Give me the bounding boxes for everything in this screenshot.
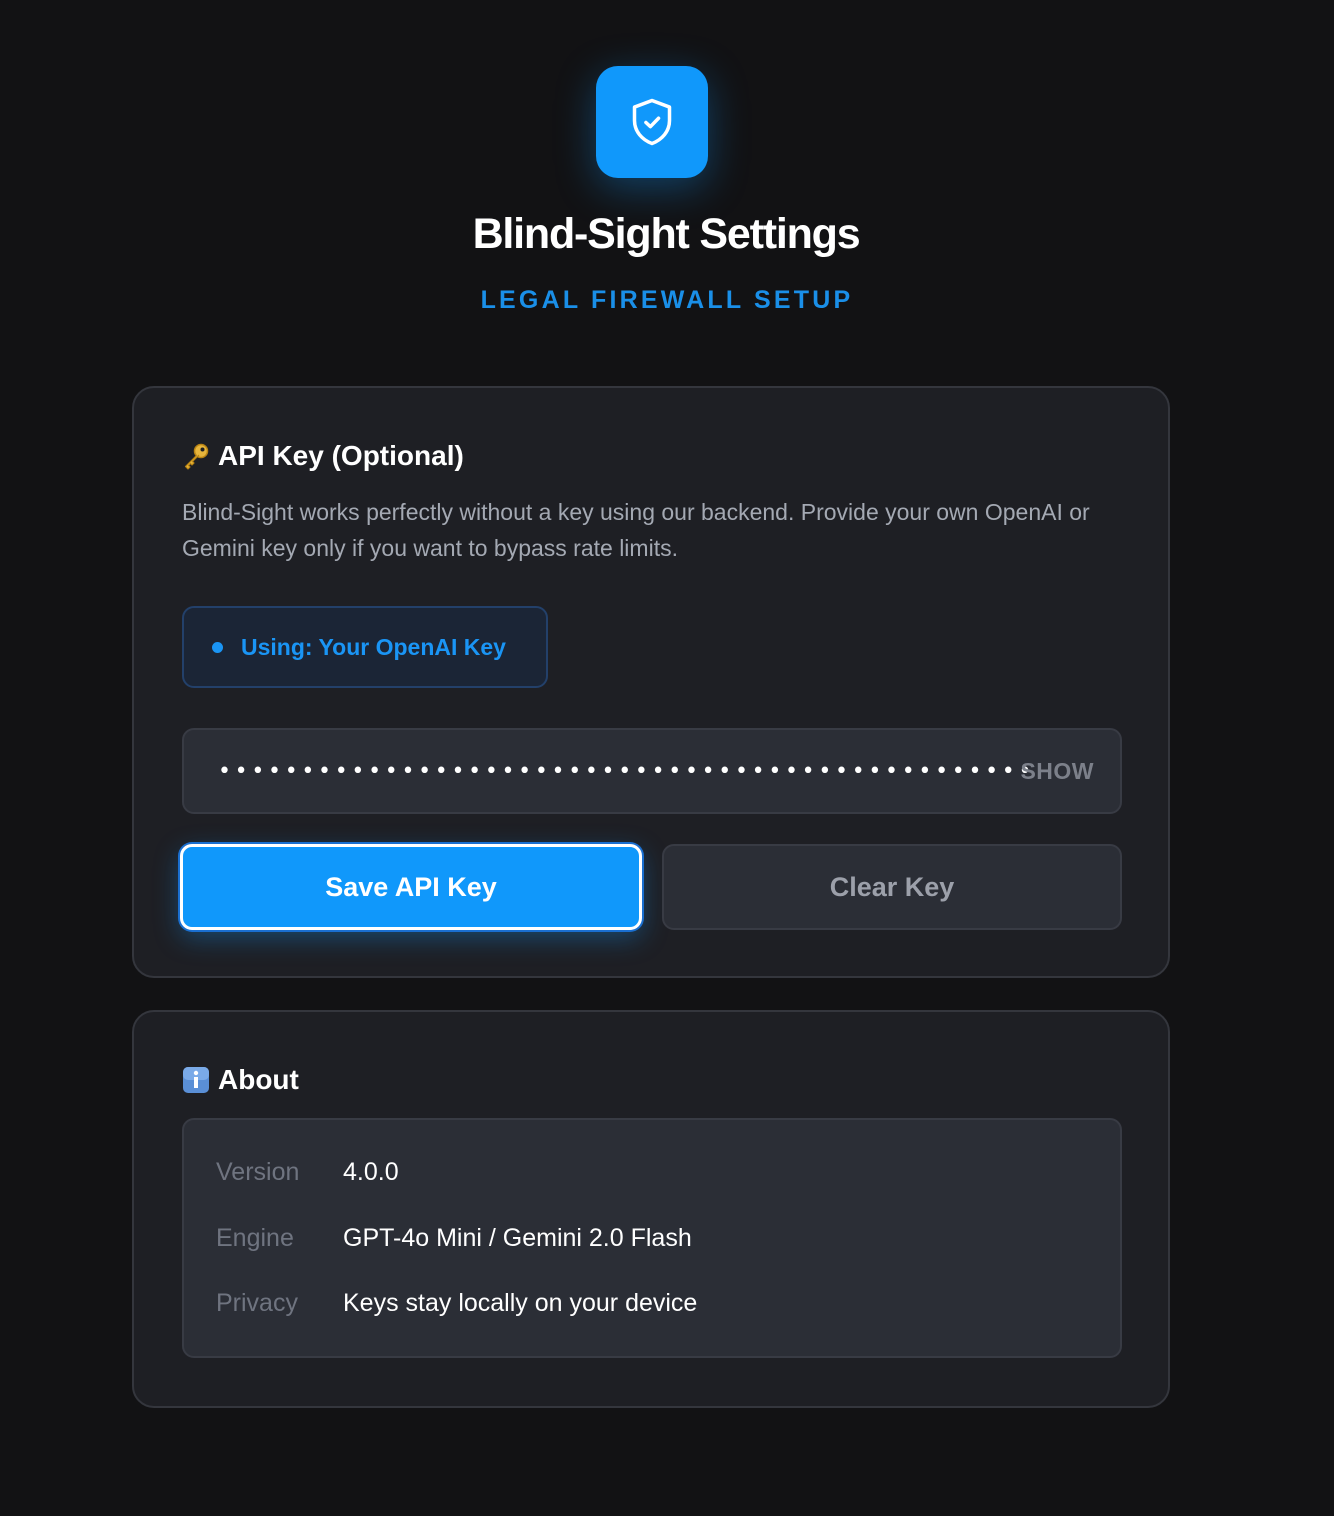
show-key-toggle[interactable]: SHOW [1020,730,1094,812]
settings-page: Blind-Sight Settings LEGAL FIREWALL SETU… [0,0,1334,1516]
api-key-title: API Key (Optional) [218,440,464,471]
engine-value: GPT-4o Mini / Gemini 2.0 Flash [343,1224,692,1252]
clear-key-button[interactable]: Clear Key [662,844,1122,930]
about-row-engine: Engine GPT-4o Mini / Gemini 2.0 Flash [216,1224,692,1253]
api-key-value[interactable]: ••••••••••••••••••••••••••••••••••••••••… [218,759,1035,784]
page-title-wrap: Blind-Sight Settings [0,210,1304,259]
api-key-heading: API Key (Optional) [182,440,464,472]
status-dot-icon [212,641,223,653]
status-text: Using: Your OpenAI Key [241,633,506,660]
about-card: About Version 4.0.0 Engine GPT-4o Mini /… [132,1010,1170,1408]
page-subtitle: LEGAL FIREWALL SETUP [0,286,1304,315]
about-row-version: Version 4.0.0 [216,1158,399,1187]
privacy-value: Keys stay locally on your device [343,1289,698,1317]
version-label: Version [216,1158,300,1186]
about-row-privacy: Privacy Keys stay locally on your device [216,1289,697,1318]
api-key-input[interactable]: ••••••••••••••••••••••••••••••••••••••••… [182,728,1122,814]
page-title: Blind-Sight Settings [472,210,861,258]
privacy-label: Privacy [216,1289,298,1317]
status-badge: Using: Your OpenAI Key [182,606,548,688]
api-key-description: Blind-Sight works perfectly without a ke… [182,499,1090,561]
about-title: About [218,1064,299,1095]
info-icon [182,1066,210,1094]
page-subtitle-text: LEGAL FIREWALL SETUP [480,286,854,314]
version-value: 4.0.0 [343,1158,399,1186]
engine-label: Engine [216,1224,294,1252]
about-heading: About [182,1064,299,1096]
save-api-key-button[interactable]: Save API Key [180,844,642,930]
key-icon [182,442,210,470]
api-key-card: API Key (Optional) Blind-Sight works per… [132,386,1170,978]
about-details: Version 4.0.0 Engine GPT-4o Mini / Gemin… [182,1118,1122,1358]
shield-check-icon [596,66,708,178]
